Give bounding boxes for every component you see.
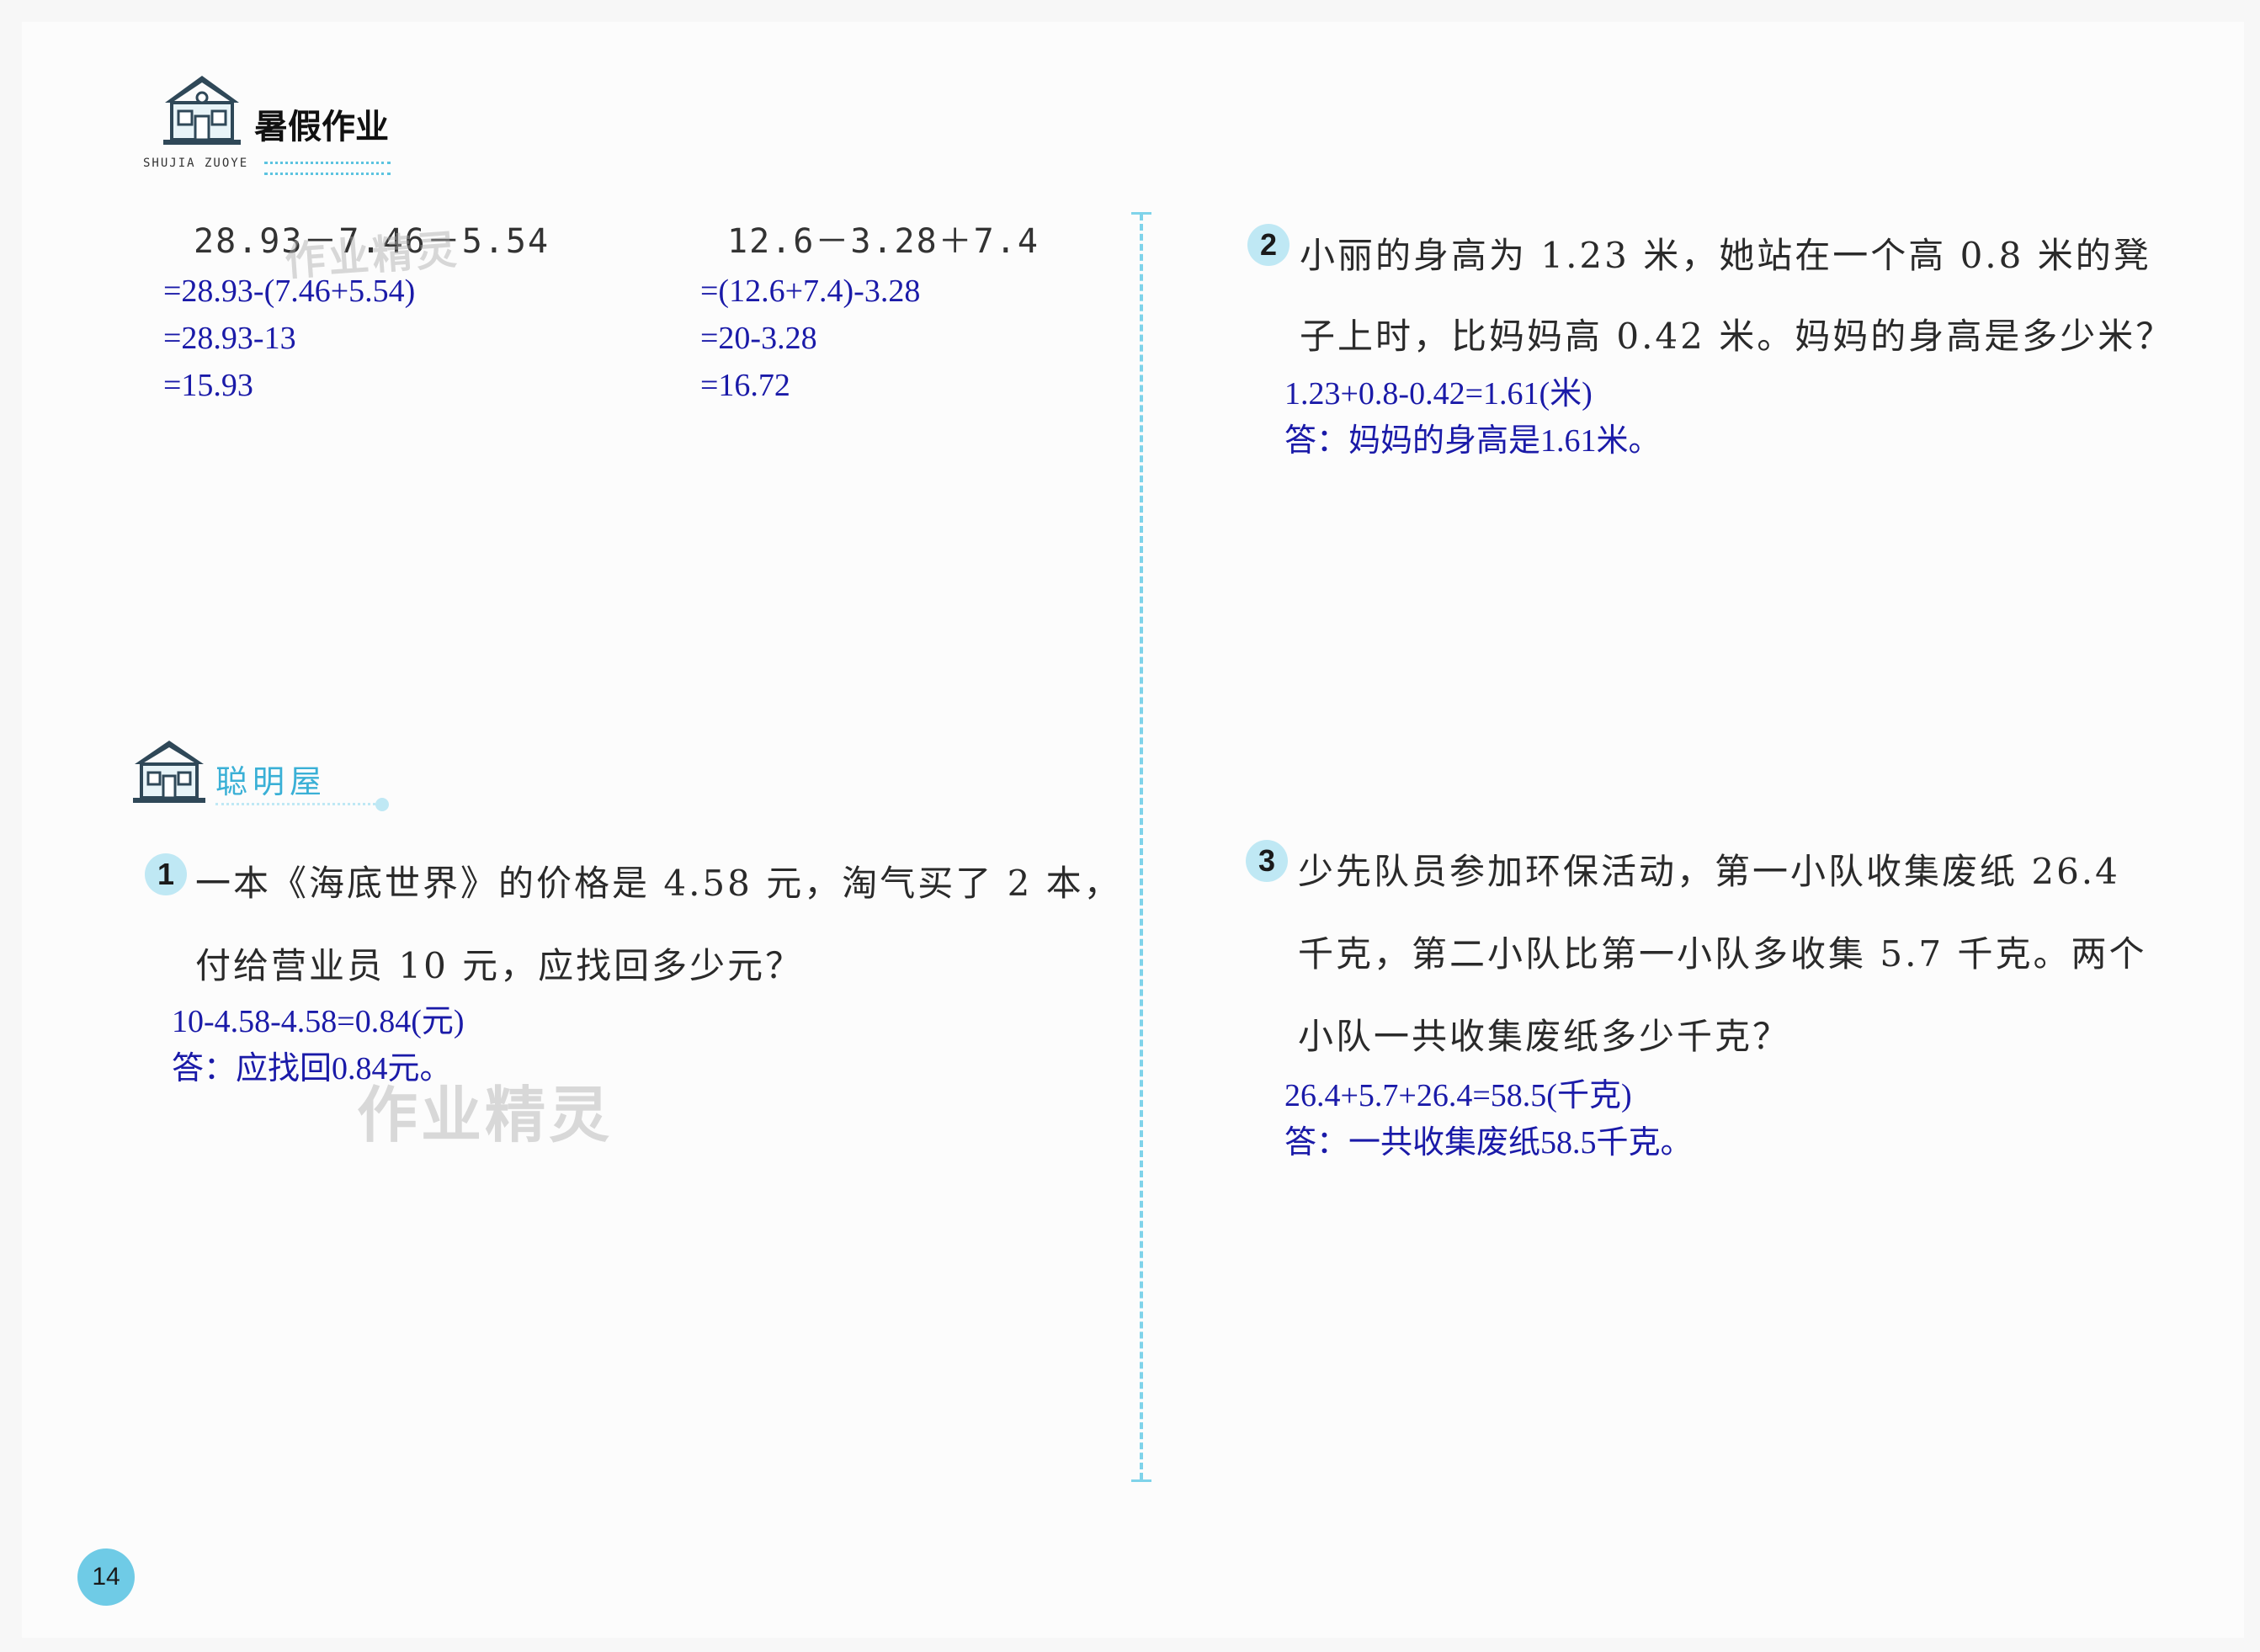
watermark: 作业精灵 <box>283 226 462 286</box>
problem-3-line-1: 少先队员参加环保活动，第一小队收集废纸 26.4 <box>1298 851 2120 892</box>
calc-2-step-3: =16.72 <box>700 368 790 403</box>
house-icon <box>163 76 241 145</box>
problem-1-answer-formula: 10-4.58-4.58=0.84(元) <box>172 1004 465 1039</box>
divider-cap-bottom <box>1131 1479 1151 1482</box>
calc-1-step-2: =28.93-13 <box>163 321 296 356</box>
calc-2-step-2: =20-3.28 <box>700 321 817 356</box>
problem-3-badge: 3 <box>1246 840 1288 882</box>
page-number-badge: 14 <box>77 1548 135 1606</box>
watermark: 作业精灵 <box>357 1080 614 1150</box>
problem-2-badge: 2 <box>1247 224 1290 266</box>
section-dot <box>375 798 389 811</box>
problem-1-line-1: 一本《海底世界》的价格是 4.58 元，淘气买了 2 本， <box>195 863 1122 904</box>
section-header: 聪明屋 <box>131 737 401 821</box>
house-icon <box>133 741 205 803</box>
page-number: 14 <box>92 1563 120 1591</box>
calc-2-step-1: =(12.6+7.4)-3.28 <box>700 274 921 309</box>
problem-2-answer-text: 答：妈妈的身高是1.61米。 <box>1284 423 1661 459</box>
problem-3-answer-text: 答：一共收集废纸58.5千克。 <box>1284 1125 1693 1161</box>
problem-2-answer-formula: 1.23+0.8-0.42=1.61(米) <box>1284 376 1593 412</box>
section-dot-line <box>215 803 375 805</box>
header-dotted-rule <box>264 162 391 175</box>
problem-3-line-3: 小队一共收集废纸多少千克？ <box>1298 1016 1791 1057</box>
calc-1-step-3: =15.93 <box>163 368 253 403</box>
problem-3-line-2: 千克，第二小队比第一小队多收集 5.7 千克。两个 <box>1298 933 2147 975</box>
section-title: 聪明屋 <box>215 763 327 800</box>
problem-1-badge: 1 <box>145 853 187 895</box>
center-divider <box>1140 214 1143 1479</box>
workbook-page: 暑假作业 SHUJIA ZUOYE 28.93－7.46－5.54 =28.93… <box>22 22 2244 1638</box>
problem-1-line-2: 付给营业员 10 元，应找回多少元？ <box>195 945 804 986</box>
problem-3-answer-formula: 26.4+5.7+26.4=58.5(千克) <box>1284 1078 1632 1113</box>
header-title: 暑假作业 <box>254 108 389 146</box>
header-subtitle: SHUJIA ZUOYE <box>143 157 249 170</box>
divider-cap-top <box>1131 212 1151 215</box>
calc-2-expression: 12.6－3.28＋7.4 <box>727 222 1040 261</box>
problem-2-line-2: 子上时，比妈妈高 0.42 米。妈妈的身高是多少米？ <box>1300 316 2174 357</box>
problem-2-line-1: 小丽的身高为 1.23 米，她站在一个高 0.8 米的凳 <box>1300 235 2151 276</box>
header-logo: 暑假作业 SHUJIA ZUOYE <box>138 72 416 182</box>
